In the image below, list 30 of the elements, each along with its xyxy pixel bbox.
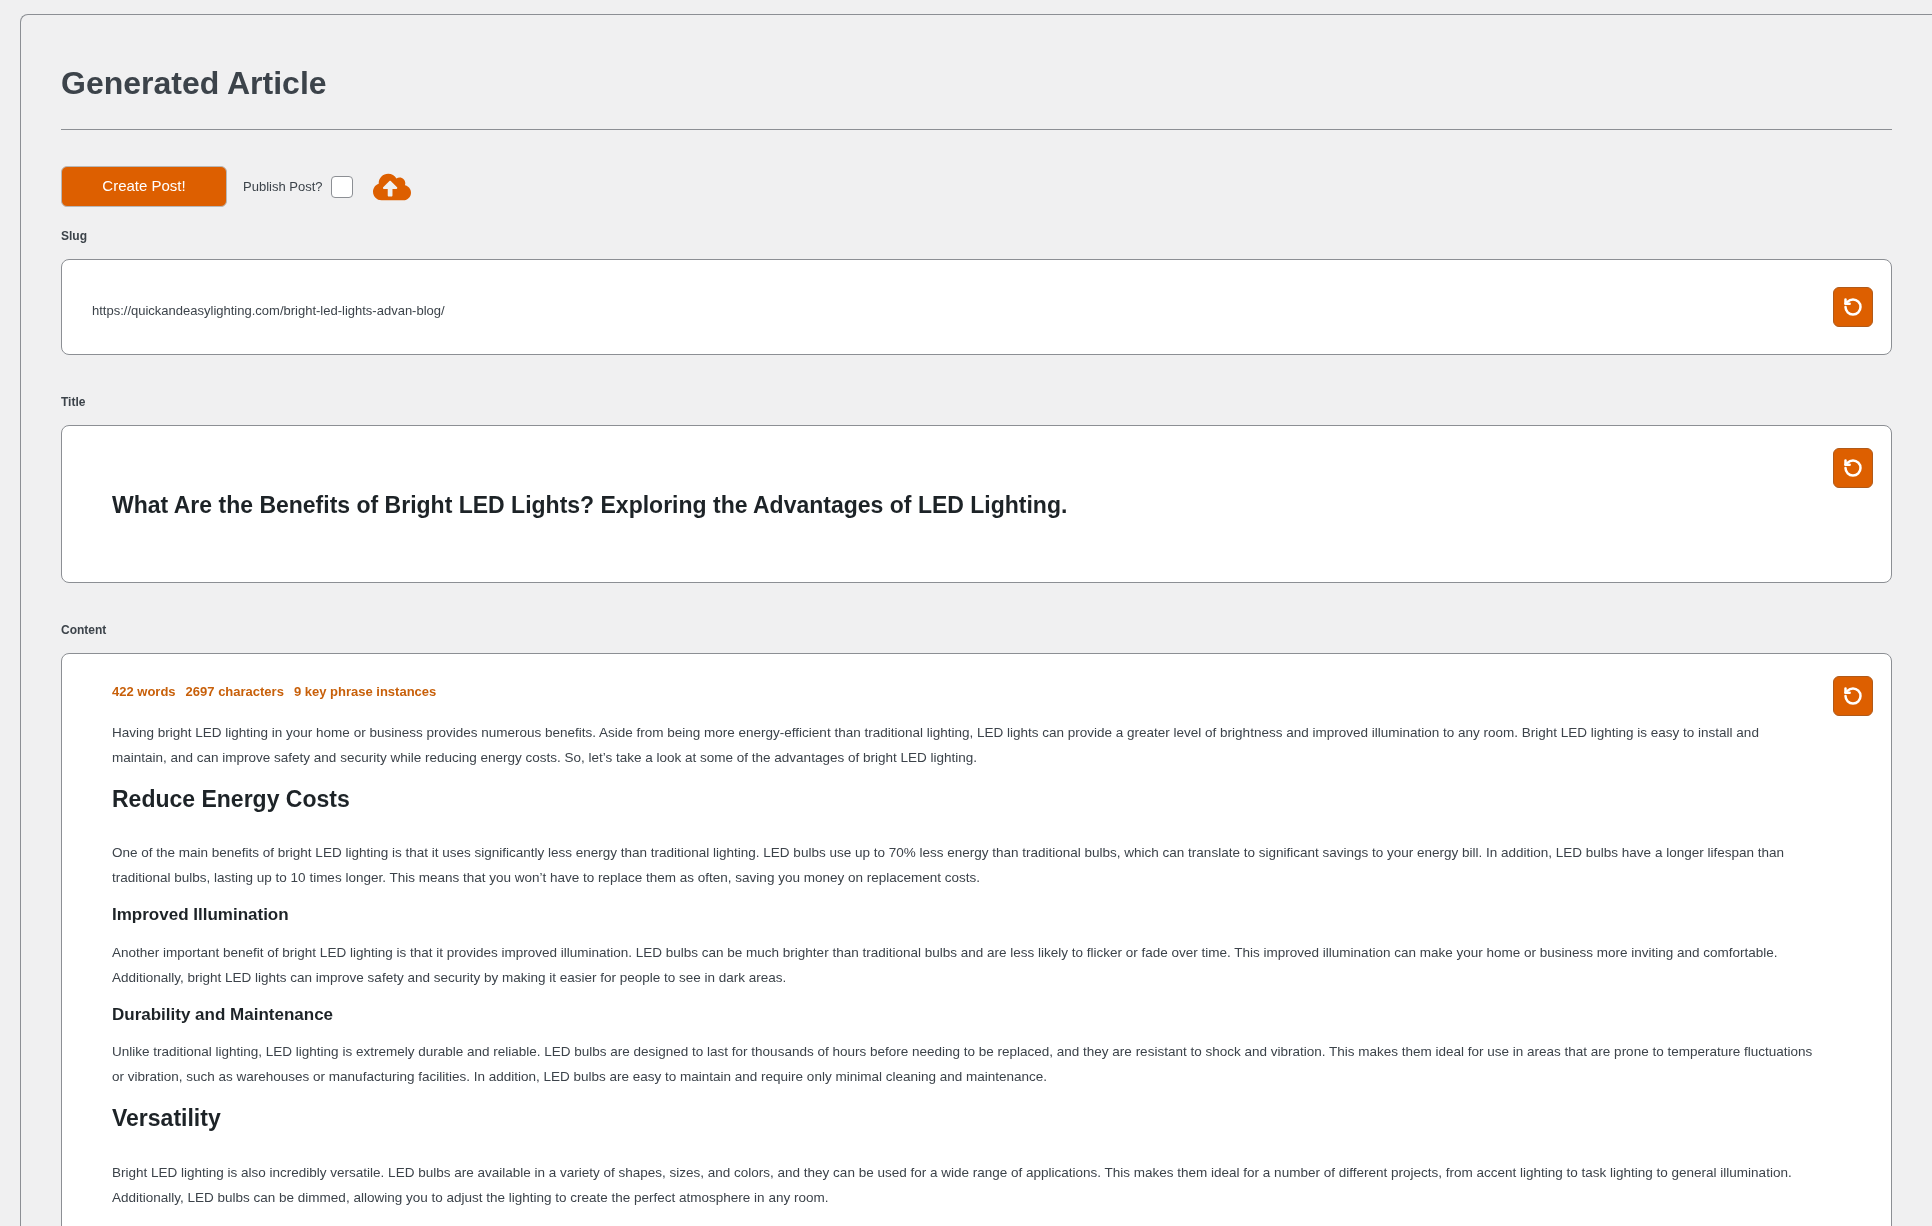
article-paragraph: Unlike traditional lighting, LED lighting is extremely durable and reliable. LED bulbs are designed to last for thousands of hours before needing to be replaced, and they are resistant to shock and vibration. This makes them ideal for use in areas that are prone to temperature fluctuations or vibration, such as warehouses or manufacturing facilities. In addition, LED bulbs are easy to maintain and require only minimal cleaning and maintenance. — [112, 1043, 1814, 1086]
content-stat: 2697 characters — [185, 683, 284, 701]
title-field[interactable]: What Are the Benefits of Bright LED Lights? Exploring the Advantages of LED Lighting. — [61, 425, 1892, 583]
slug-field[interactable]: https://quickandeasylighting.com/bright-led-lights-advan-blog/ — [61, 259, 1892, 355]
section-heading: Versatility — [112, 1104, 222, 1133]
subsection-heading: Durability and Maintenance — [112, 1003, 335, 1026]
publish-checkbox[interactable] — [330, 175, 353, 198]
slug-label: Slug — [61, 228, 88, 245]
content-stat: 9 key phrase instances — [293, 683, 437, 701]
regenerate-button[interactable] — [1833, 676, 1873, 716]
article-paragraph: Having bright LED lighting in your home or business provides numerous benefits. Aside from being more energy-efficient than traditional lighting, LED lights can provide a greater level of brightness and improved illumination to any room. Bright LED lighting is easy to install and maintain, and can improve safety and security while reducing energy costs. So, let’s take a look at some of the advantages of bright LED lighting. — [112, 723, 1760, 767]
regenerate-button[interactable] — [1833, 287, 1873, 327]
publish-label: Publish Post? — [243, 177, 323, 196]
content-stat: 422 words — [112, 683, 176, 701]
article-paragraph: Another important benefit of bright LED lighting is that it provides improved illumination. LED bulbs can be much brighter than traditional bulbs and are less likely to flicker or fade over time. This improved illumination can make your home or business more inviting and comfortable. Additionally, bright LED lights can improve safety and security by making it easier for people to see in dark areas. — [112, 943, 1779, 987]
article-title: What Are the Benefits of Bright LED Lights? Exploring the Advantages of LED Lighting. — [112, 491, 1069, 520]
create-post-button[interactable]: Create Post! — [61, 166, 227, 207]
content-label: Content — [61, 622, 108, 639]
regenerate-button[interactable] — [1833, 448, 1873, 488]
refresh-icon — [1843, 297, 1863, 317]
refresh-icon — [1843, 458, 1863, 478]
subsection-heading: Improved Illumination — [112, 904, 290, 926]
slug-url: https://quickandeasylighting.com/bright-led-lights-advan-blog/ — [92, 302, 446, 321]
article-paragraph: One of the main benefits of bright LED lighting is that it uses significantly less energy than traditional lighting. LED bulbs use up to 70% less energy than traditional bulbs, which can translate to significant savings to your energy bill. In addition, LED bulbs have a longer lifespan than traditional bulbs, lasting up to 10 times longer. This means that you won’t have to replace them as often, saving you money on replacement costs. — [112, 844, 1785, 887]
page-heading: Generated Article — [61, 64, 328, 103]
content-field[interactable] — [61, 653, 1892, 1226]
section-heading: Reduce Energy Costs — [112, 784, 351, 814]
refresh-icon — [1843, 686, 1863, 706]
article-paragraph: Bright LED lighting is also incredibly versatile. LED bulbs are available in a variety of shapes, sizes, and colors, and they can be used for a wide range of applications. This makes them ideal for a number of different projects, from accent lighting to task lighting to general illumination. Additionally, LED bulbs can be dimmed, allowing you to adjust the lighting to create the perfect atmosphere in any room. — [112, 1163, 1793, 1207]
title-label: Title — [61, 394, 87, 411]
